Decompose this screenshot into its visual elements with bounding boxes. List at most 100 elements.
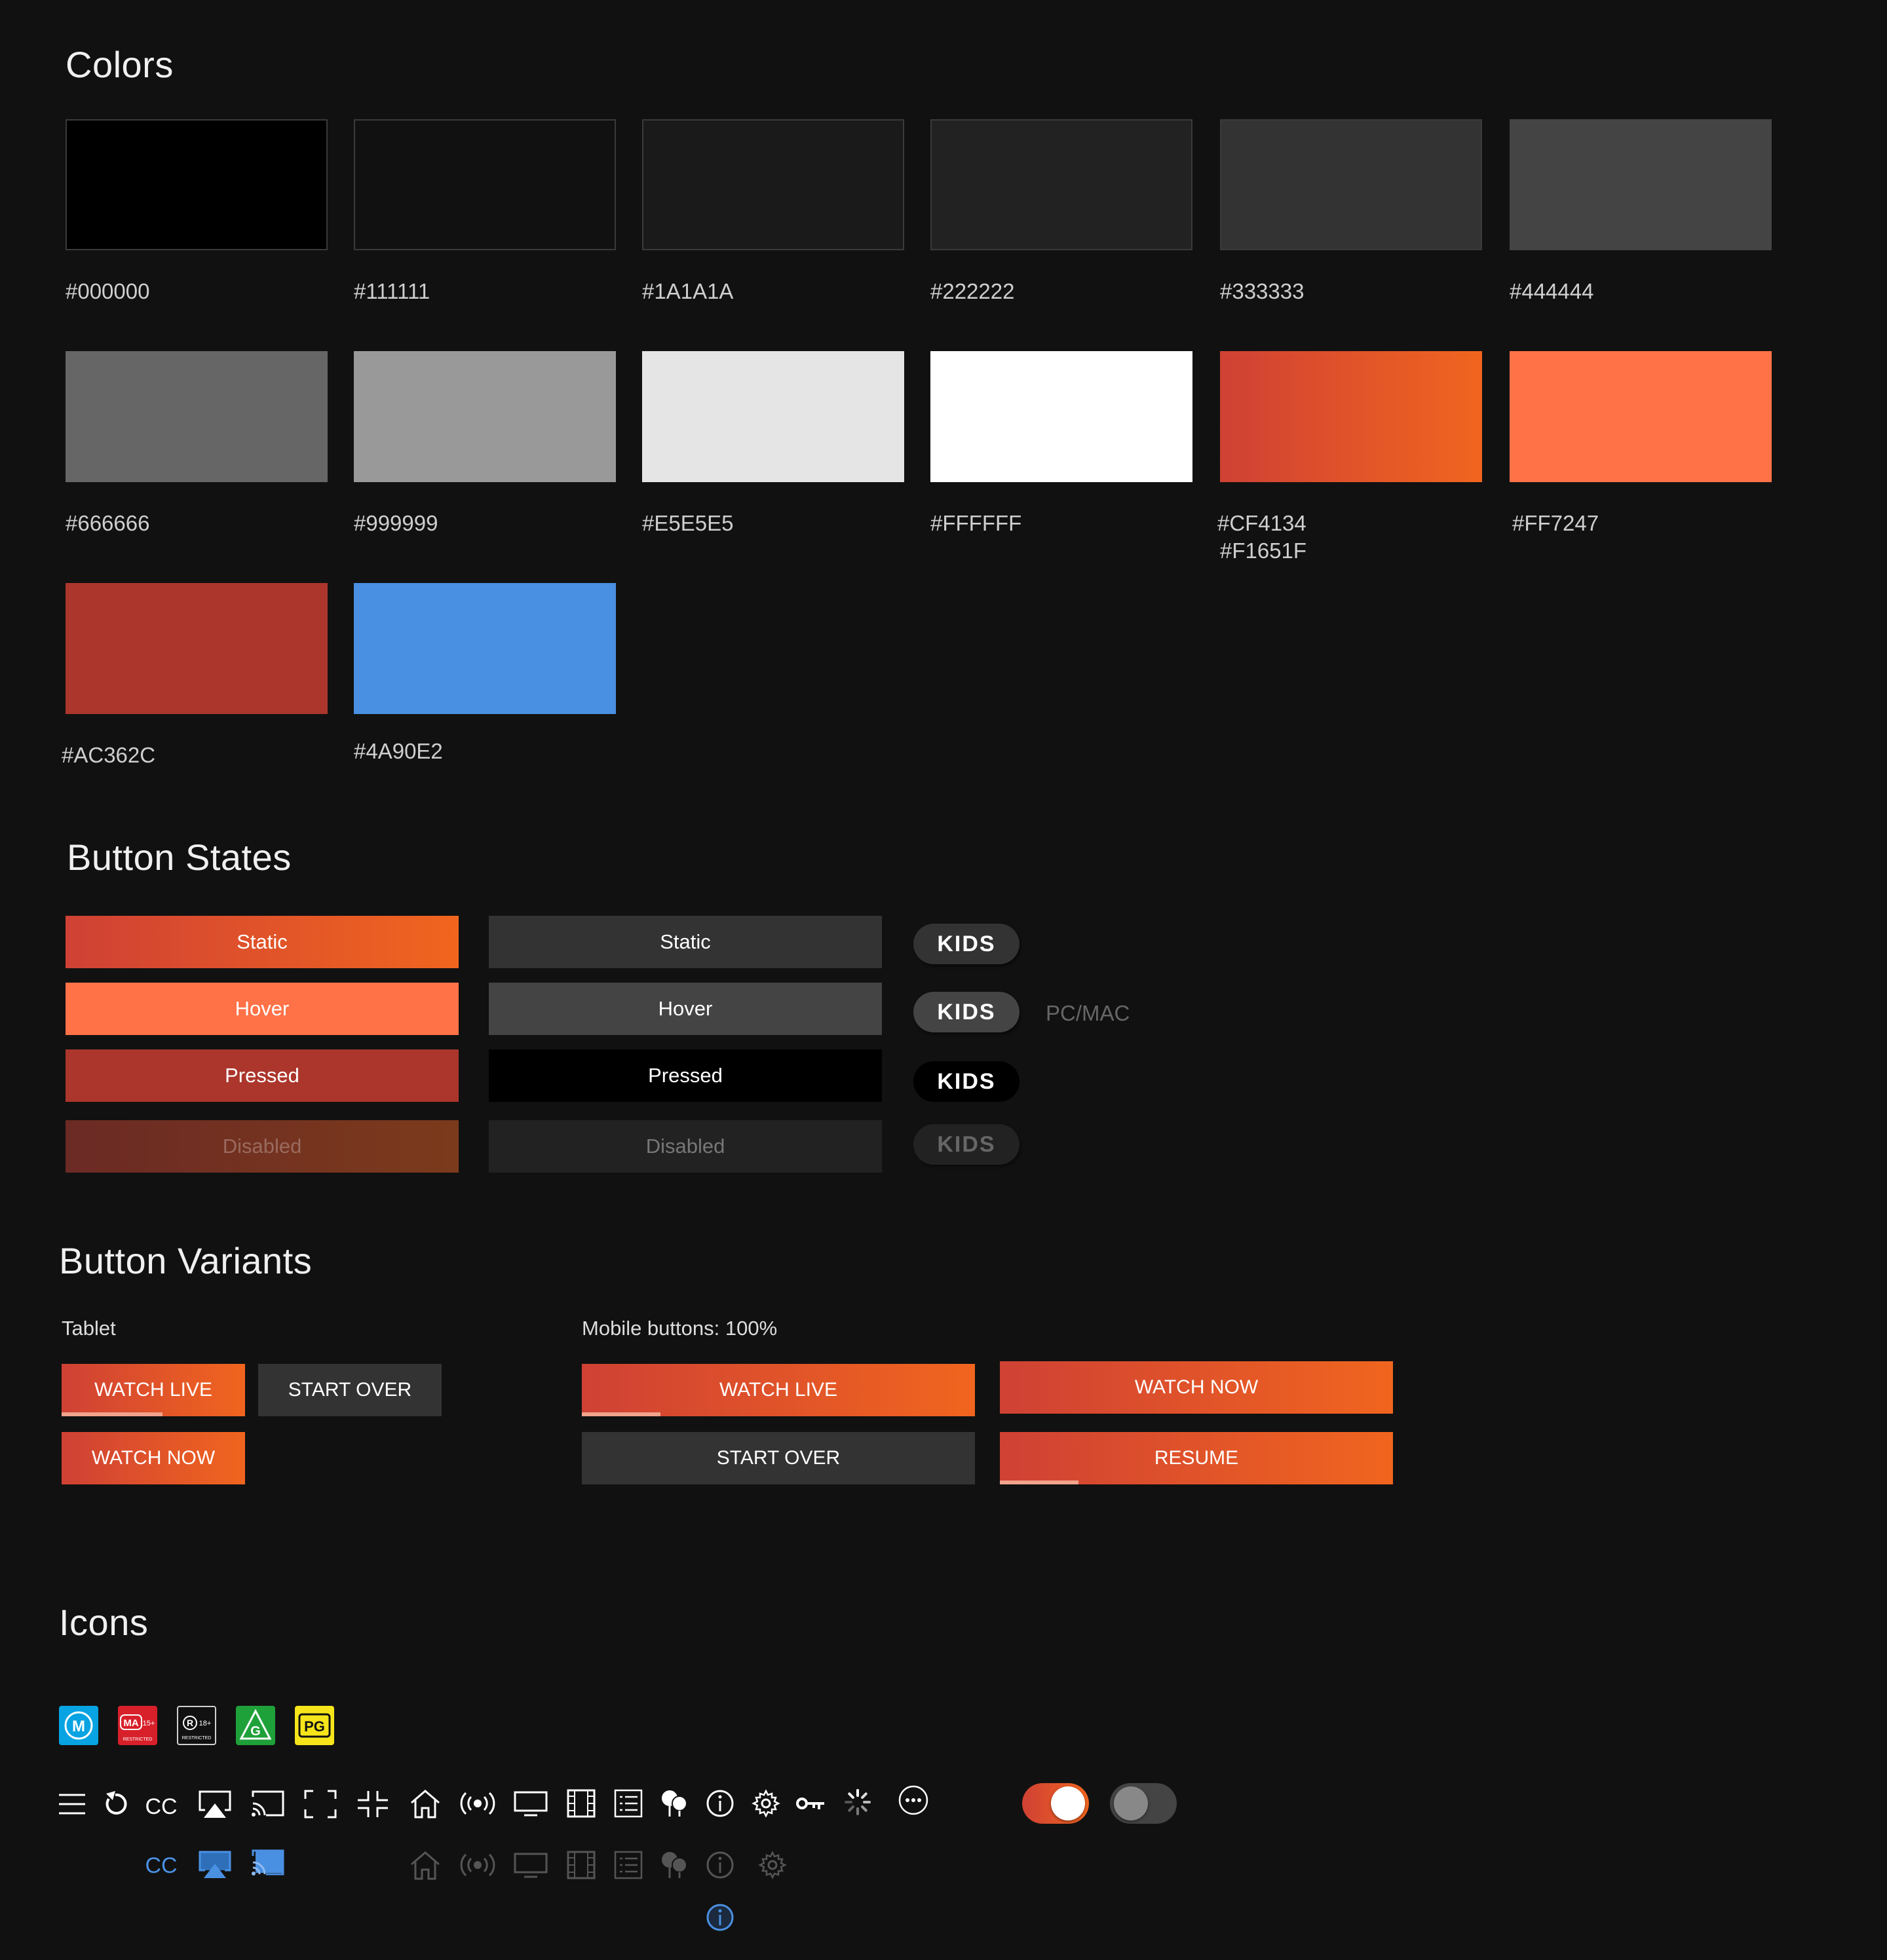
tablet-label: Tablet <box>62 1317 116 1340</box>
swatch-label: #333333 <box>1220 279 1305 303</box>
rating-ma-icon: MA 15+ RESTRICTED <box>118 1706 157 1745</box>
rating-r-sub: RESTRICTED <box>182 1736 212 1741</box>
home-icon[interactable] <box>408 1787 443 1820</box>
toggle-switch-off[interactable] <box>1110 1783 1177 1824</box>
swatch-4a90e2 <box>354 583 616 714</box>
swatch-e5e5e5 <box>642 351 904 482</box>
swatch-label: #4A90E2 <box>354 739 443 763</box>
button-variants-title: Button Variants <box>59 1240 313 1281</box>
secondary-button-hover[interactable]: Hover <box>489 983 882 1035</box>
rating-m-letter: M <box>72 1718 85 1735</box>
exit-fullscreen-icon[interactable] <box>355 1788 391 1820</box>
settings-icon[interactable] <box>750 1787 782 1820</box>
button-states-title: Button States <box>67 837 292 878</box>
film-icon[interactable] <box>565 1787 598 1820</box>
primary-button-disabled: Disabled <box>66 1120 459 1173</box>
key-icon[interactable] <box>794 1788 827 1819</box>
tablet-watch-now-button[interactable]: WATCH NOW <box>62 1432 245 1484</box>
menu-icon[interactable] <box>56 1788 88 1820</box>
rating-pg-letters: PG <box>304 1718 325 1735</box>
secondary-button-pressed[interactable]: Pressed <box>489 1049 882 1102</box>
categories-icon[interactable] <box>658 1787 691 1820</box>
cc-text: CC <box>145 1853 178 1878</box>
rating-g-letter: G <box>250 1724 261 1739</box>
more-icon[interactable] <box>896 1783 930 1817</box>
info-disabled-icon <box>704 1849 736 1881</box>
rating-r-age: 18+ <box>199 1720 212 1727</box>
watch-progress-bar <box>62 1412 162 1416</box>
swatch-666666 <box>66 351 328 482</box>
settings-disabled-icon <box>756 1849 789 1881</box>
loading-icon <box>841 1786 874 1819</box>
primary-button-pressed[interactable]: Pressed <box>66 1049 459 1102</box>
toggle-knob <box>1114 1786 1148 1820</box>
kids-button-hover[interactable]: KIDS <box>913 992 1020 1032</box>
home-disabled-icon <box>408 1849 443 1881</box>
rating-g-icon: G <box>236 1706 275 1745</box>
swatch-444444 <box>1510 119 1772 250</box>
icons-section-title: Icons <box>59 1602 149 1643</box>
primary-button-hover[interactable]: Hover <box>66 983 459 1035</box>
swatch-999999 <box>354 351 616 482</box>
swatch-1a1a1a <box>642 119 904 250</box>
button-label: WATCH LIVE <box>94 1379 212 1401</box>
tablet-watch-live-button[interactable]: WATCH LIVE <box>62 1364 245 1416</box>
swatch-label: #CF4134 <box>1217 511 1306 535</box>
live-icon[interactable] <box>459 1787 497 1820</box>
swatch-label: #AC362C <box>62 743 156 767</box>
cast-icon[interactable] <box>249 1787 287 1820</box>
cc-icon[interactable]: CC <box>143 1791 180 1822</box>
rating-ma-sub: RESTRICTED <box>123 1737 153 1742</box>
primary-button-static[interactable]: Static <box>66 916 459 968</box>
watch-progress-bar <box>582 1412 660 1416</box>
toggle-switch-on[interactable] <box>1022 1783 1089 1824</box>
swatch-111111 <box>354 119 616 250</box>
swatch-000000 <box>66 119 328 250</box>
mobile-start-over-button[interactable]: START OVER <box>582 1432 975 1484</box>
swatch-label: #1A1A1A <box>642 279 734 303</box>
film-disabled-icon <box>565 1849 598 1881</box>
tablet-start-over-button[interactable]: START OVER <box>258 1364 442 1416</box>
info-active-icon[interactable] <box>704 1901 736 1934</box>
button-label: WATCH LIVE <box>719 1379 837 1401</box>
platform-note: PC/MAC <box>1046 1001 1130 1025</box>
swatch-label: #222222 <box>930 279 1015 303</box>
list-icon[interactable] <box>612 1787 645 1820</box>
swatch-label: #FFFFFF <box>930 511 1022 535</box>
swatch-gradient <box>1220 351 1482 482</box>
swatch-label: #666666 <box>66 511 150 535</box>
swatch-label: #000000 <box>66 279 150 303</box>
swatch-ff7247 <box>1510 351 1772 482</box>
fullscreen-icon[interactable] <box>303 1788 338 1820</box>
tv-disabled-icon <box>512 1850 549 1881</box>
rating-r-letter: R <box>187 1718 193 1728</box>
rating-m-icon: M <box>59 1706 98 1745</box>
cast-active-icon[interactable] <box>249 1846 287 1879</box>
resume-progress-bar <box>1000 1480 1078 1484</box>
info-icon[interactable] <box>704 1787 736 1820</box>
cc-text: CC <box>145 1794 178 1819</box>
kids-button-static[interactable]: KIDS <box>913 924 1020 964</box>
airplay-active-icon[interactable] <box>195 1847 235 1881</box>
kids-button-pressed[interactable]: KIDS <box>913 1061 1020 1102</box>
tv-icon[interactable] <box>512 1788 549 1820</box>
toggle-knob <box>1051 1786 1085 1820</box>
swatch-222222 <box>930 119 1192 250</box>
secondary-button-static[interactable]: Static <box>489 916 882 968</box>
replay-icon[interactable] <box>100 1788 131 1820</box>
button-label: RESUME <box>1154 1447 1239 1469</box>
swatch-333333 <box>1220 119 1482 250</box>
list-disabled-icon <box>612 1849 645 1881</box>
swatch-label: #FF7247 <box>1512 511 1599 535</box>
mobile-resume-button[interactable]: RESUME <box>1000 1432 1393 1484</box>
airplay-icon[interactable] <box>195 1787 235 1821</box>
secondary-button-disabled: Disabled <box>489 1120 882 1173</box>
mobile-watch-live-button[interactable]: WATCH LIVE <box>582 1364 975 1416</box>
swatch-label-secondary: #F1651F <box>1220 538 1307 563</box>
mobile-label: Mobile buttons: 100% <box>582 1317 778 1340</box>
mobile-watch-now-button[interactable]: WATCH NOW <box>1000 1361 1393 1414</box>
live-disabled-icon <box>459 1849 497 1881</box>
swatch-label: #999999 <box>354 511 438 535</box>
cc-active-icon[interactable]: CC <box>143 1850 180 1881</box>
rating-ma-age: 15+ <box>143 1720 155 1727</box>
